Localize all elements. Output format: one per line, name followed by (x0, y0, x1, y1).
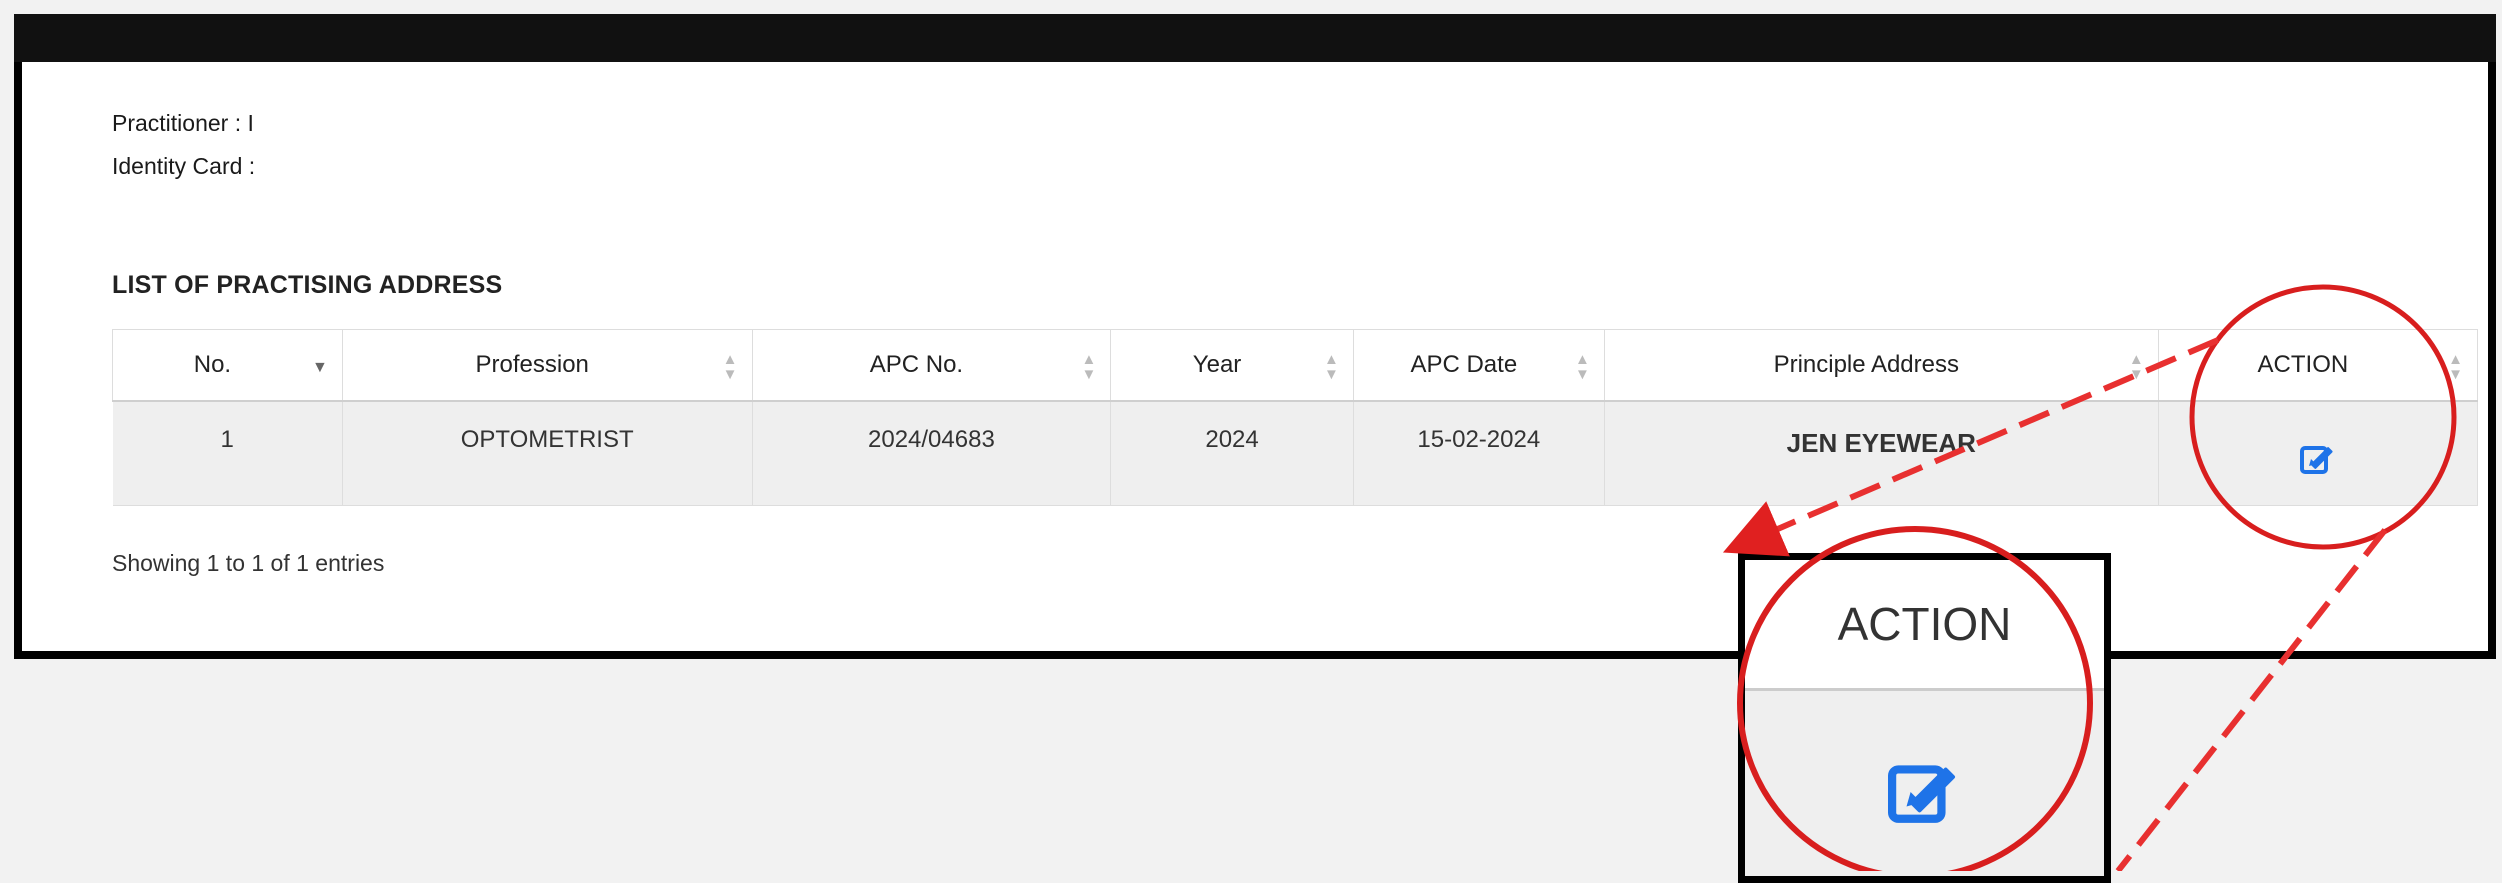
practitioner-label: Practitioner : I (112, 110, 254, 136)
table-header-row: No. ▼ Profession ▲ ▼ APC No. ▲ ▼ Year ▲ ▼ A… (112, 329, 2479, 402)
column-header-profession[interactable]: Profession ▲ ▼ (341, 329, 753, 402)
column-header-label: No. (193, 351, 232, 378)
column-header-no[interactable]: No. ▼ (112, 329, 343, 402)
cell-apc-date: 15-02-2024 (1353, 401, 1605, 506)
column-header-label: Profession (475, 351, 589, 378)
identity-card-label: Identity Card : (112, 153, 256, 179)
sort-icon[interactable]: ▲ ▼ (1575, 352, 1590, 382)
table-row: 1 OPTOMETRIST 2024/04683 2024 15-02-2024… (112, 401, 2479, 506)
column-header-action[interactable]: ACTION ▲ ▼ (2157, 329, 2479, 402)
column-header-label: APC Date (1410, 351, 1518, 378)
column-header-principle-address[interactable]: Principle Address ▲ ▼ (1603, 329, 2159, 402)
sort-icon[interactable]: ▲ ▼ (1324, 352, 1339, 382)
sort-icon[interactable]: ▲ ▼ (2129, 352, 2144, 382)
entries-info: Showing 1 to 1 of 1 entries (112, 550, 385, 576)
sort-desc-icon[interactable]: ▼ (312, 360, 328, 376)
column-header-label: Year (1192, 351, 1242, 378)
cell-principle-address: JEN EYEWEAR (1604, 401, 2159, 506)
column-header-label: Principle Address (1773, 351, 1959, 378)
edit-icon[interactable] (2299, 440, 2337, 483)
column-header-label: ACTION (2257, 351, 2349, 378)
cell-apc-no: 2024/04683 (752, 401, 1112, 506)
sort-icon[interactable]: ▲ ▼ (2448, 352, 2463, 382)
cell-action (2158, 401, 2479, 506)
column-header-apc-no[interactable]: APC No. ▲ ▼ (751, 329, 1112, 402)
top-bar (14, 14, 2496, 62)
cell-no: 1 (112, 401, 343, 506)
zoom-callout: ACTION (1738, 553, 2111, 883)
column-header-apc-date[interactable]: APC Date ▲ ▼ (1352, 329, 1605, 402)
zoom-action-header: ACTION (1745, 560, 2104, 691)
cell-year: 2024 (1110, 401, 1354, 506)
zoom-action-cell (1745, 691, 2104, 876)
column-header-year[interactable]: Year ▲ ▼ (1110, 329, 1354, 402)
column-header-label: APC No. (869, 351, 964, 378)
edit-icon[interactable] (1885, 753, 1965, 876)
sort-icon[interactable]: ▲ ▼ (723, 352, 738, 382)
practising-address-table: No. ▼ Profession ▲ ▼ APC No. ▲ ▼ Year ▲ ▼ A… (112, 329, 2479, 506)
section-title: LIST OF PRACTISING ADDRESS (112, 271, 503, 299)
cell-profession: OPTOMETRIST (342, 401, 753, 506)
sort-icon[interactable]: ▲ ▼ (1081, 352, 1096, 382)
